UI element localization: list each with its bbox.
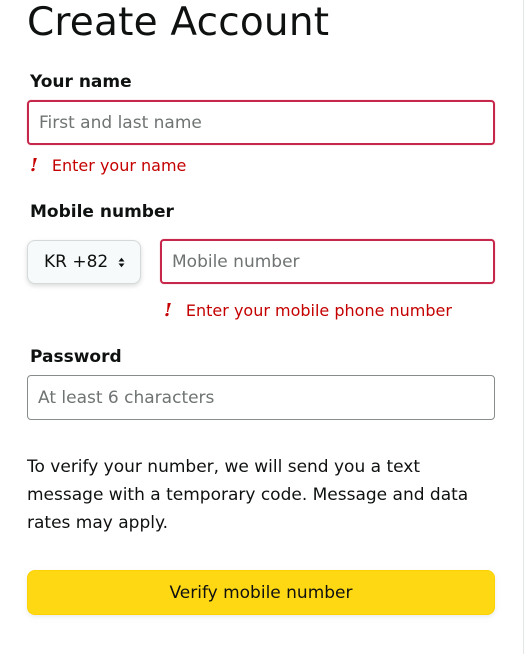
name-input[interactable]: [29, 102, 493, 143]
country-code-value: KR +82: [44, 252, 109, 272]
name-label: Your name: [30, 72, 132, 92]
divider: [523, 0, 524, 654]
password-label: Password: [30, 347, 122, 367]
mobile-field-wrapper: [160, 239, 495, 284]
name-field-wrapper: [27, 100, 495, 145]
password-input[interactable]: [28, 376, 494, 419]
create-account-page: Create Account Your name ! Enter your na…: [0, 0, 526, 654]
verification-info-text: To verify your number, we will send you …: [27, 457, 469, 533]
exclamation-icon: !: [164, 300, 172, 321]
page-title: Create Account: [27, 0, 330, 45]
mobile-input[interactable]: [162, 241, 493, 282]
name-error-text: Enter your name: [51, 156, 187, 175]
mobile-error: ! Enter your mobile phone number: [164, 300, 452, 321]
password-field-wrapper: [27, 375, 495, 420]
mobile-error-text: Enter your mobile phone number: [185, 301, 452, 320]
exclamation-icon: !: [30, 155, 38, 176]
mobile-label: Mobile number: [30, 202, 174, 222]
verify-mobile-button[interactable]: Verify mobile number: [27, 570, 495, 615]
country-code-select[interactable]: KR +82: [27, 240, 141, 284]
name-error: ! Enter your name: [30, 155, 186, 176]
up-down-chevron-icon: [118, 257, 125, 268]
